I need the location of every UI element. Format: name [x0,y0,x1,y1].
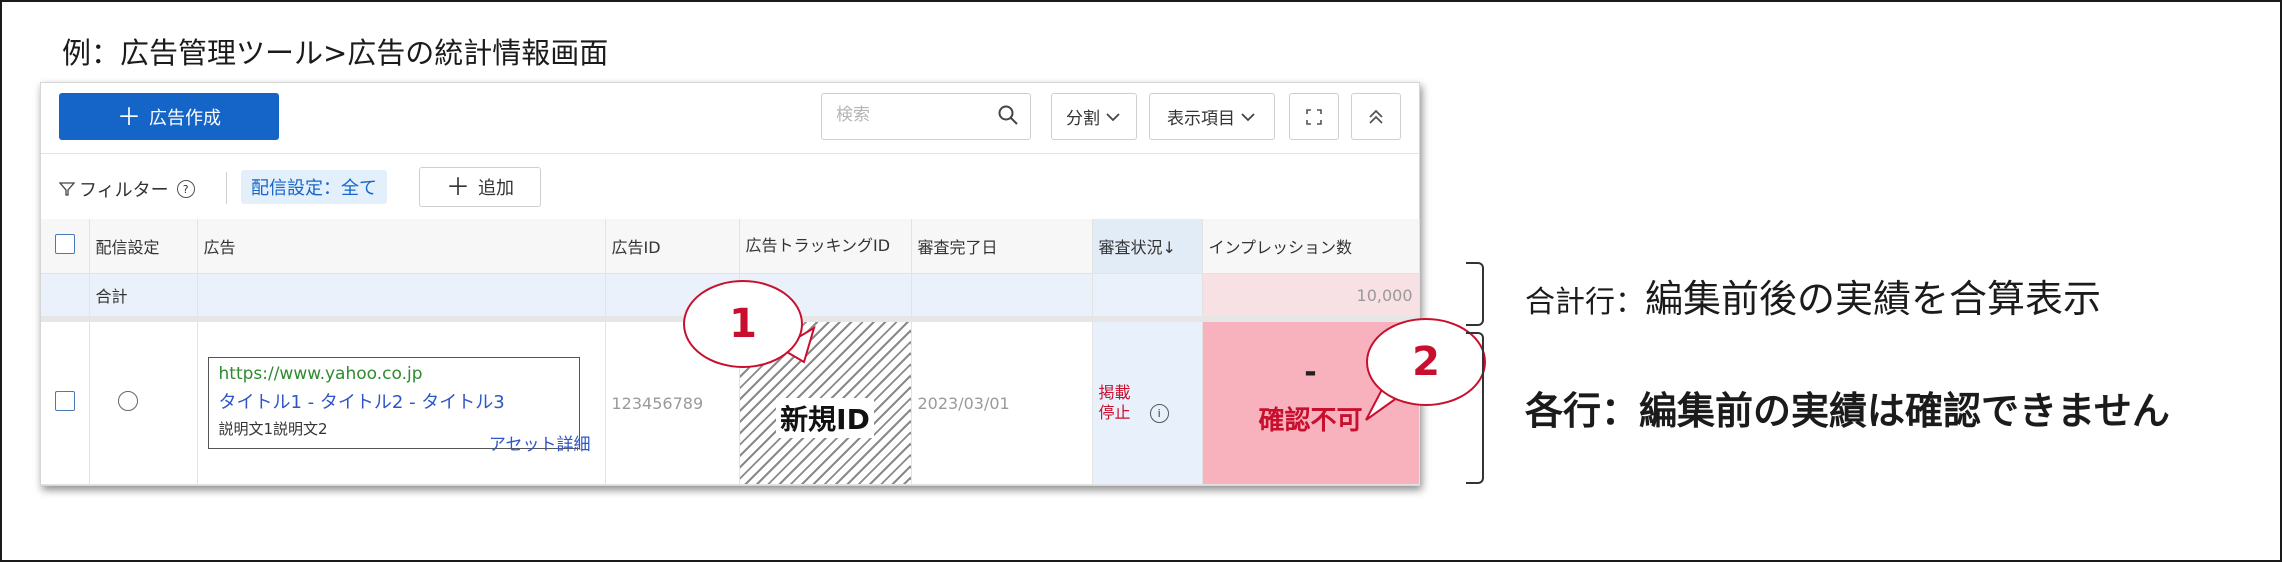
note-total-row: 合計行：編集前後の実績を合算表示 [1525,268,2101,323]
note-total-label: 合計行： [1525,285,1645,320]
note-total-text: 編集前後の実績を合算表示 [1645,277,2102,321]
total-row-bracket [1466,262,1484,326]
callout-1: 1 [683,280,803,368]
note-row-text: 編集前の実績は確認できません [1639,389,2170,433]
data-row-bracket [1466,332,1484,484]
note-each-row: 各行：編集前の実績は確認できません [1525,380,2170,435]
note-row-label: 各行： [1525,389,1640,433]
